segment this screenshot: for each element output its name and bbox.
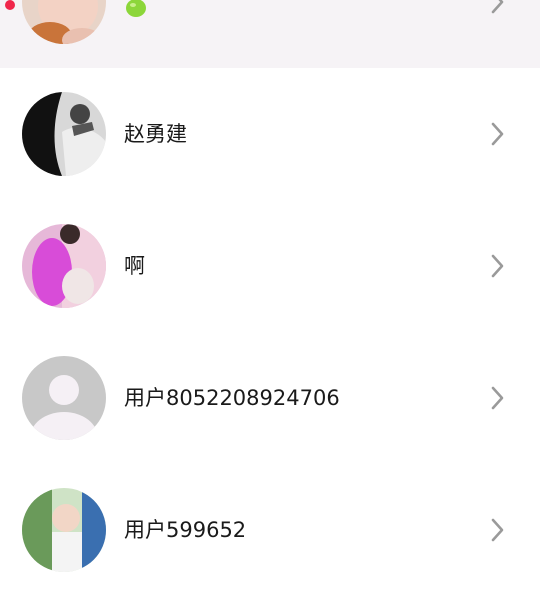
unread-dot xyxy=(5,0,15,10)
avatar[interactable] xyxy=(22,488,106,572)
list-item[interactable]: 赵勇建 xyxy=(0,68,540,200)
list-item[interactable]: 啊 xyxy=(0,200,540,332)
list-item[interactable] xyxy=(0,0,540,68)
list-item[interactable]: 用户599652 xyxy=(0,464,540,596)
bw-photo-icon xyxy=(22,92,106,176)
chevron-right-icon[interactable] xyxy=(488,384,506,412)
chevron-right-icon[interactable] xyxy=(488,0,506,16)
baby-photo-icon xyxy=(22,0,106,44)
child-photo-icon xyxy=(22,488,106,572)
avatar[interactable] xyxy=(22,224,106,308)
pink-photo-icon xyxy=(22,224,106,308)
default-user-icon xyxy=(22,356,106,440)
contact-list: 赵勇建 啊 用户8052208924706 用户599652 xyxy=(0,0,540,596)
avatar[interactable] xyxy=(22,0,106,44)
contact-name: 赵勇建 xyxy=(124,122,187,146)
chevron-right-icon[interactable] xyxy=(488,252,506,280)
contact-name: 用户8052208924706 xyxy=(124,386,340,410)
chevron-right-icon[interactable] xyxy=(488,120,506,148)
avatar[interactable] xyxy=(22,356,106,440)
list-item[interactable]: 用户8052208924706 xyxy=(0,332,540,464)
avatar[interactable] xyxy=(22,92,106,176)
contact-name: 啊 xyxy=(124,254,145,278)
green-apple-emoji-icon xyxy=(124,0,148,18)
